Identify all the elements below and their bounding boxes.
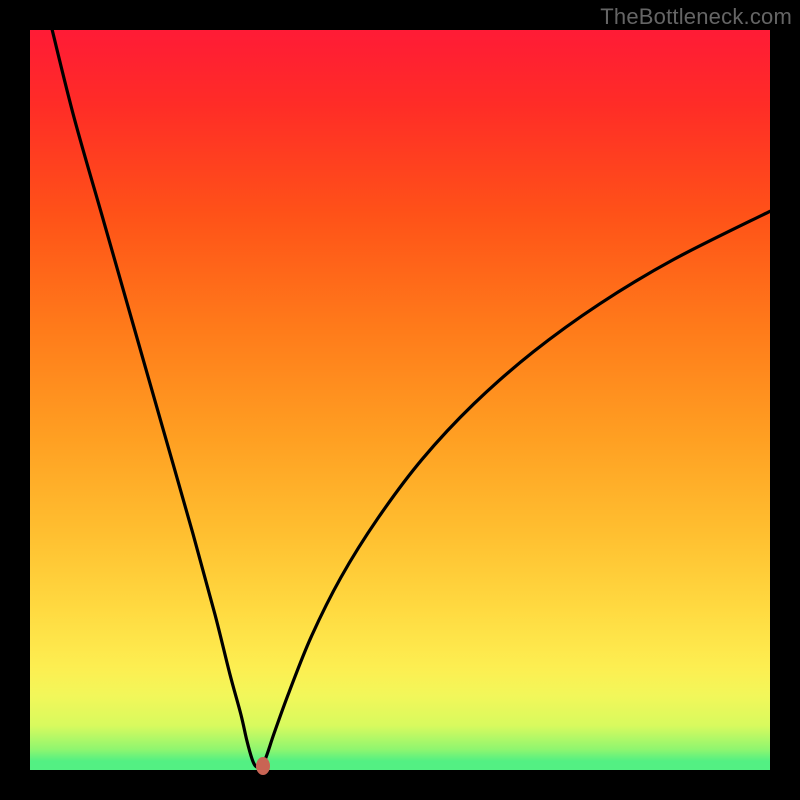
bottleneck-curve bbox=[52, 30, 770, 767]
attribution-text: TheBottleneck.com bbox=[600, 4, 792, 30]
chart-frame: TheBottleneck.com bbox=[0, 0, 800, 800]
minimum-marker bbox=[256, 757, 270, 775]
plot-area bbox=[30, 30, 770, 770]
curve-svg bbox=[30, 30, 770, 770]
